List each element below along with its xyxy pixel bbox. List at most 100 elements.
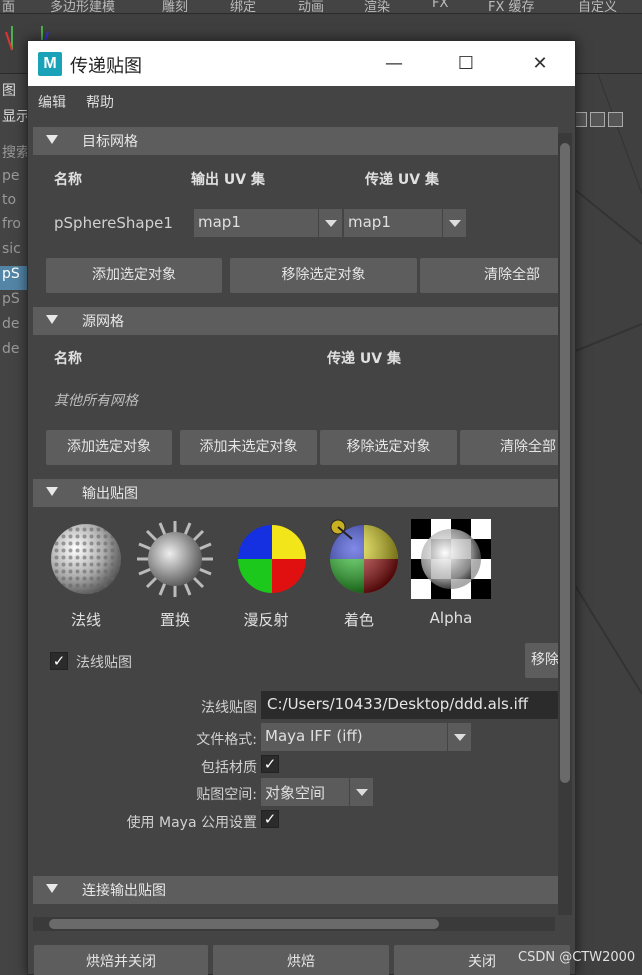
maximize-button[interactable]: ☐ <box>446 49 486 79</box>
swatch-label-alpha: Alpha <box>429 609 473 627</box>
outliner-row[interactable]: sic <box>0 241 30 265</box>
collapse-triangle-icon <box>46 884 58 893</box>
maya-menu-item[interactable]: 多边形建模 <box>50 0 115 15</box>
image-icon[interactable] <box>590 112 605 127</box>
outliner-row[interactable]: 图 <box>0 80 30 104</box>
source-remove-selected-button[interactable]: 移除选定对象 <box>320 430 457 465</box>
swatch-label-displacement: 置换 <box>159 611 190 629</box>
dropdown-value: 对象空间 <box>265 784 326 802</box>
file-format-dropdown[interactable]: Maya IFF (iff) <box>261 723 471 751</box>
watermark: CSDN @CTW2000 <box>518 950 636 965</box>
target-add-selected-button[interactable]: 添加选定对象 <box>46 258 222 293</box>
target-remove-selected-button[interactable]: 移除选定对象 <box>230 258 417 293</box>
section-target-mesh[interactable]: 目标网格 <box>33 127 558 155</box>
source-clear-all-button[interactable]: 清除全部 <box>460 430 558 465</box>
maya-outliner: 图 显示 搜索... pe to fro sic pS pS de de <box>0 74 30 975</box>
col-transfer-uv-label: 传递 UV 集 <box>365 172 439 188</box>
section-output-maps[interactable]: 输出贴图 <box>33 479 558 507</box>
scroll-thumb[interactable] <box>560 143 570 783</box>
menu-edit[interactable]: 编辑 <box>38 92 66 112</box>
normal-map-swatch[interactable] <box>46 519 126 599</box>
dropdown-value: map1 <box>198 213 241 231</box>
section-title: 输出贴图 <box>82 486 138 502</box>
section-connect-output[interactable]: 连接输出贴图 <box>33 876 558 904</box>
transfer-maps-dialog: M 传递贴图 — ☐ ✕ 编辑 帮助 目标网格 名称 输出 UV 集 传递 UV… <box>27 40 576 975</box>
output-uv-dropdown[interactable]: map1 <box>194 209 342 237</box>
include-material-checkbox[interactable]: ✓ <box>261 755 279 773</box>
scroll-thumb[interactable] <box>49 919 439 929</box>
other-meshes-note: 其他所有网格 <box>54 393 138 409</box>
dialog-scroll-area[interactable]: 目标网格 名称 输出 UV 集 传递 UV 集 pSphereShape1 ma… <box>33 119 558 915</box>
displacement-map-swatch[interactable] <box>135 519 215 599</box>
menu-help[interactable]: 帮助 <box>86 92 114 112</box>
maya-menu-item[interactable]: 面 <box>2 0 15 15</box>
collapse-triangle-icon <box>46 135 58 144</box>
maya-menu-item[interactable]: 雕刻 <box>162 0 188 15</box>
maya-menu-item[interactable]: 绑定 <box>230 0 256 15</box>
vertical-scrollbar[interactable] <box>558 133 572 915</box>
horizontal-scrollbar[interactable] <box>33 917 555 931</box>
maya-menu-item[interactable]: FX 缓存 <box>488 0 535 15</box>
include-material-label: 包括材质 <box>201 760 257 776</box>
section-title: 连接输出贴图 <box>82 883 166 899</box>
maya-common-checkbox[interactable]: ✓ <box>261 810 279 828</box>
maya-menu-item[interactable]: 动画 <box>298 0 324 15</box>
outliner-row[interactable]: pS <box>0 266 30 290</box>
viewport-grid <box>568 74 642 695</box>
target-clear-all-button[interactable]: 清除全部 <box>420 258 558 293</box>
map-space-label: 贴图空间: <box>196 787 257 803</box>
text-icon[interactable] <box>608 112 623 127</box>
title-bar[interactable]: M 传递贴图 — ☐ ✕ <box>28 41 575 86</box>
bake-and-close-button[interactable]: 烘焙并关闭 <box>34 945 208 975</box>
close-window-button[interactable]: ✕ <box>520 49 560 79</box>
chevron-down-icon <box>442 209 466 237</box>
col-output-uv-label: 输出 UV 集 <box>191 172 265 188</box>
swatch-label-diffuse: 漫反射 <box>243 611 289 629</box>
normal-map-path-label: 法线贴图 <box>201 700 257 716</box>
outliner-row[interactable]: de <box>0 316 30 340</box>
outliner-row[interactable]: pS <box>0 291 30 315</box>
outliner-row[interactable]: fro <box>0 216 30 240</box>
chevron-down-icon <box>349 778 373 806</box>
dialog-menubar: 编辑 帮助 <box>28 86 575 116</box>
bake-button[interactable]: 烘焙 <box>213 945 389 975</box>
section-source-mesh[interactable]: 源网格 <box>33 307 558 335</box>
outliner-row[interactable]: de <box>0 341 30 365</box>
viewport-icons <box>572 112 642 130</box>
maya-menu-item[interactable]: 渲染 <box>364 0 390 15</box>
dropdown-value: map1 <box>348 213 391 231</box>
outliner-row[interactable]: to <box>0 192 30 216</box>
col-name-label: 名称 <box>54 172 82 188</box>
alpha-map-swatch[interactable] <box>411 519 491 599</box>
maya-menubar: 面 多边形建模 雕刻 绑定 动画 渲染 FX FX 缓存 自定义 <box>0 0 642 15</box>
target-mesh-name[interactable]: pSphereShape1 <box>54 214 173 232</box>
section-title: 源网格 <box>82 314 124 330</box>
source-add-selected-button[interactable]: 添加选定对象 <box>46 430 172 465</box>
source-add-unselected-button[interactable]: 添加未选定对象 <box>180 430 317 465</box>
normal-map-checkbox[interactable]: ✓ <box>50 652 68 670</box>
swatch-label-normal: 法线 <box>70 611 101 629</box>
outliner-row[interactable]: 搜索... <box>0 142 30 166</box>
collapse-triangle-icon <box>46 487 58 496</box>
col-name-label: 名称 <box>54 351 82 367</box>
normal-map-checkbox-label: 法线贴图 <box>76 655 132 671</box>
map-space-dropdown[interactable]: 对象空间 <box>261 778 373 806</box>
collapse-triangle-icon <box>46 315 58 324</box>
outliner-row[interactable]: pe <box>0 168 30 192</box>
chevron-down-icon <box>318 209 342 237</box>
maya-app-icon: M <box>38 52 62 76</box>
col-transfer-uv-label: 传递 UV 集 <box>327 351 401 367</box>
maya-menu-item[interactable]: 自定义 <box>578 0 617 15</box>
shaded-map-swatch[interactable] <box>324 519 404 599</box>
maya-viewport[interactable] <box>568 74 642 975</box>
outliner-row[interactable]: 显示 <box>0 106 30 130</box>
maya-menu-item[interactable]: FX <box>432 0 448 11</box>
normal-map-path-field[interactable]: C:/Users/10433/Desktop/ddd.als.iff <box>261 691 558 719</box>
transfer-uv-dropdown[interactable]: map1 <box>344 209 466 237</box>
chevron-down-icon <box>447 723 471 751</box>
remove-map-button[interactable]: 移除 <box>525 643 558 678</box>
minimize-button[interactable]: — <box>374 49 414 79</box>
diffuse-map-swatch[interactable] <box>232 519 312 599</box>
section-title: 目标网格 <box>82 134 138 150</box>
file-format-label: 文件格式: <box>196 732 257 748</box>
